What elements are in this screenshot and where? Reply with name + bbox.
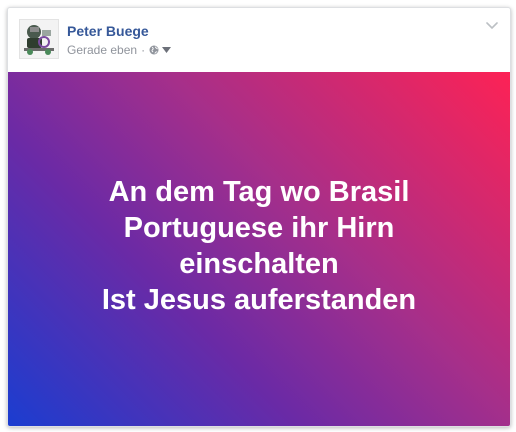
post-text-line: Ist Jesus auferstanden bbox=[101, 284, 417, 316]
post-header: Peter Buege Gerade eben · bbox=[8, 8, 510, 72]
post-text: An dem Tag wo Brasil Portuguese ihr Hirn… bbox=[102, 174, 416, 318]
chevron-down-icon[interactable] bbox=[486, 22, 498, 30]
author-name[interactable]: Peter Buege bbox=[67, 23, 149, 39]
avatar[interactable] bbox=[19, 19, 59, 59]
globe-icon[interactable] bbox=[149, 45, 159, 55]
timestamp-link[interactable]: Gerade eben bbox=[67, 43, 137, 57]
post-text-line: Portuguese ihr Hirn bbox=[123, 212, 395, 244]
post-text-line: einschalten bbox=[179, 248, 339, 280]
post-background: An dem Tag wo Brasil Portuguese ihr Hirn… bbox=[8, 72, 510, 426]
avatar-image bbox=[20, 20, 58, 58]
post-card: Peter Buege Gerade eben · An dem Tag wo … bbox=[7, 7, 511, 427]
post-meta: Gerade eben · bbox=[67, 43, 172, 57]
meta-separator: · bbox=[141, 43, 146, 57]
caret-down-icon[interactable] bbox=[162, 47, 172, 53]
post-text-line: An dem Tag wo Brasil bbox=[108, 176, 410, 208]
